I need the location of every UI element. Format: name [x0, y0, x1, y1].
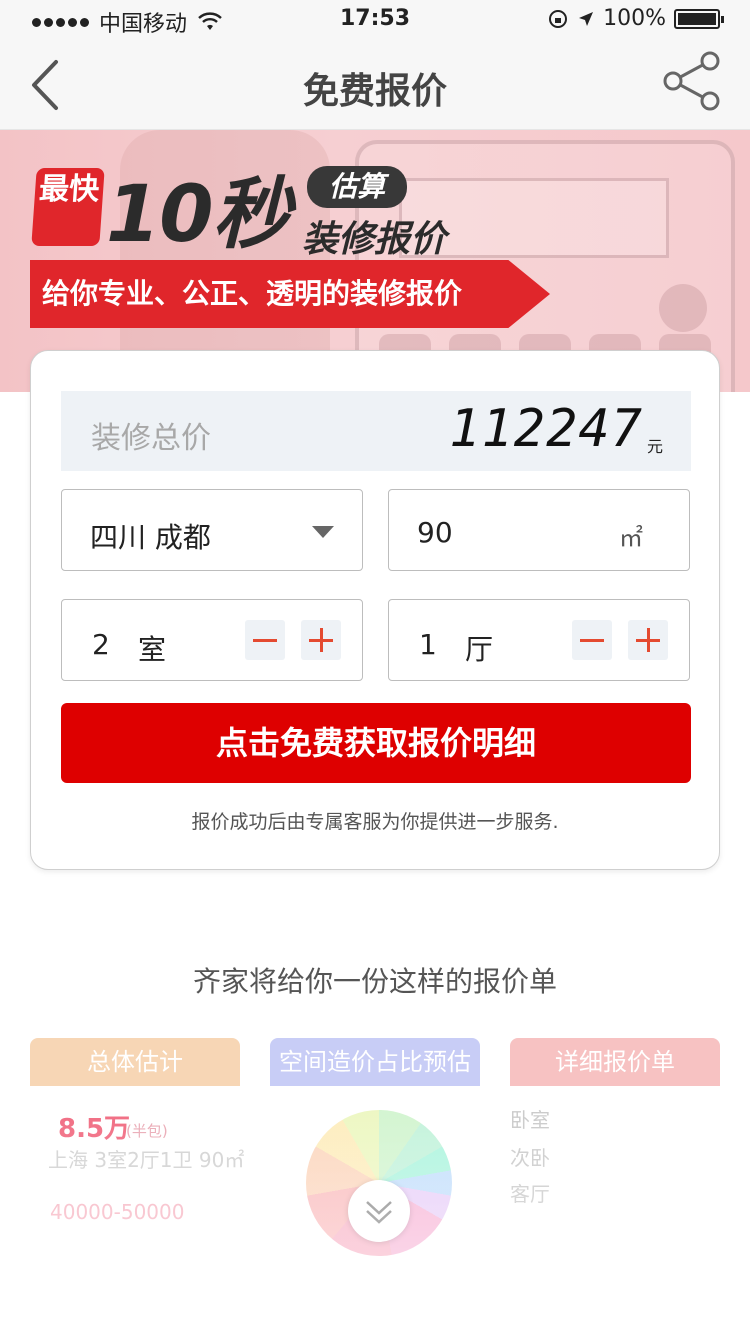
detail-item: 客厅	[510, 1182, 550, 1206]
area-unit: ㎡	[619, 524, 643, 552]
city-select[interactable]: 四川 成都	[61, 489, 363, 571]
battery-icon	[674, 8, 724, 29]
tab-overall-estimate[interactable]: 总体估计	[30, 1038, 240, 1086]
banner-ribbon: 给你专业、公正、透明的装修报价	[30, 260, 550, 328]
double-chevron-down-icon	[366, 1201, 392, 1224]
fastest-badge: 最快	[31, 168, 105, 246]
summary-location: 上海 3室2厅1卫 90㎡	[48, 1148, 245, 1172]
tab-detailed-quote[interactable]: 详细报价单	[510, 1038, 720, 1086]
rooms-stepper: 2 室	[61, 599, 363, 681]
lock-rotation-icon	[549, 9, 568, 28]
banner-headline: 10秒	[106, 170, 291, 260]
share-button[interactable]	[660, 50, 722, 112]
halls-minus-button[interactable]	[572, 620, 612, 660]
summary-price: 8.5万	[58, 1114, 131, 1144]
rooms-value: 2	[92, 628, 110, 661]
detail-item: 卧室	[510, 1108, 550, 1132]
total-price-unit: 元	[646, 437, 663, 456]
get-quote-button[interactable]: 点击免费获取报价明细	[61, 703, 691, 783]
halls-plus-button[interactable]	[628, 620, 668, 660]
estimate-subtitle: 装修报价	[302, 219, 447, 260]
cost-ratio-pie	[306, 1110, 452, 1256]
battery-percent: 100%	[603, 6, 666, 31]
sample-section-title: 齐家将给你一份这样的报价单	[192, 965, 557, 998]
total-price-value: 112247	[449, 399, 643, 459]
rooms-plus-button[interactable]	[301, 620, 341, 660]
detail-item: 次卧	[510, 1146, 550, 1170]
area-input[interactable]: 90 ㎡	[388, 489, 690, 571]
nav-bar: 免费报价	[0, 40, 750, 130]
expand-button[interactable]	[348, 1180, 410, 1242]
page-title: 免费报价	[302, 71, 447, 112]
rooms-minus-button[interactable]	[245, 620, 285, 660]
status-right: 100%	[547, 6, 724, 31]
status-bar: 中国移动 17:53 100%	[0, 0, 750, 40]
service-note: 报价成功后由专属客服为你提供进一步服务.	[191, 811, 559, 833]
tab-space-cost-ratio[interactable]: 空间造价占比预估	[270, 1038, 480, 1086]
rooms-unit: 室	[138, 633, 167, 666]
summary-range: 40000-50000	[50, 1200, 185, 1224]
quote-card: 装修总价 112247 元 四川 成都 90 ㎡ 2 室 1 厅 点击免费获取报…	[30, 350, 720, 870]
estimate-tag: 估算	[307, 166, 407, 208]
halls-unit: 厅	[465, 633, 494, 666]
location-arrow-icon	[579, 11, 594, 26]
city-select-value: 四川 成都	[90, 521, 211, 554]
caret-down-icon	[312, 526, 334, 538]
halls-value: 1	[419, 628, 437, 661]
area-input-value: 90	[417, 516, 453, 549]
halls-stepper: 1 厅	[388, 599, 690, 681]
total-price-label: 装修总价	[91, 421, 211, 456]
summary-price-note: (半包)	[126, 1122, 168, 1140]
total-price-row: 装修总价 112247 元	[61, 391, 691, 471]
